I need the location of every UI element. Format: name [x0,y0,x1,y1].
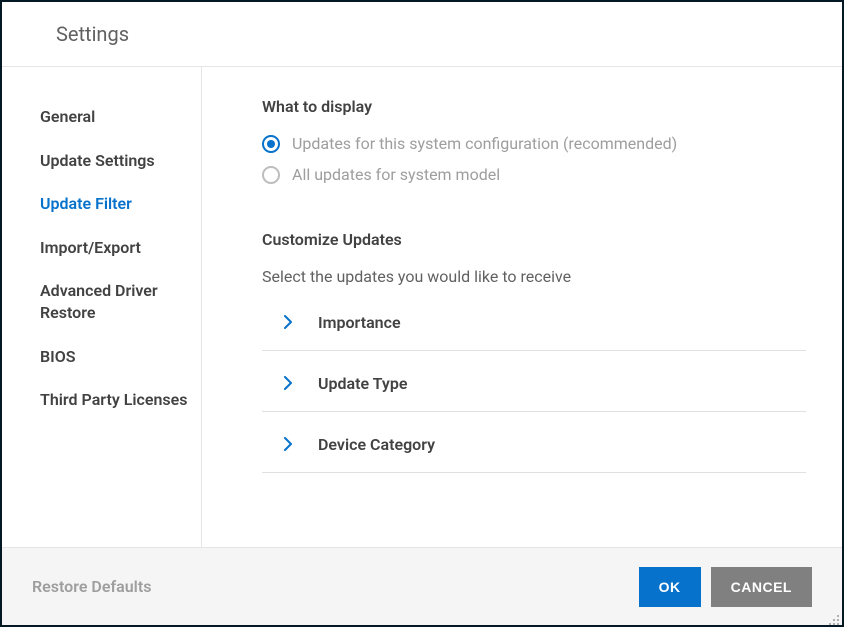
radio-option-this-system[interactable]: Updates for this system configuration (r… [262,134,806,153]
sidebar-item-update-settings[interactable]: Update Settings [40,139,190,183]
page-title: Settings [56,22,842,46]
sidebar-item-update-filter[interactable]: Update Filter [40,182,190,226]
chevron-right-icon [278,373,298,393]
radio-option-all-updates[interactable]: All updates for system model [262,165,806,184]
accordion-label-device-category: Device Category [318,435,435,454]
cancel-button[interactable]: CANCEL [711,567,812,607]
radio-dot-icon [267,140,275,148]
sidebar-item-third-party-licenses[interactable]: Third Party Licenses [40,378,190,422]
restore-defaults-link[interactable]: Restore Defaults [32,577,151,596]
chevron-right-icon [278,312,298,332]
ok-button[interactable]: OK [639,567,701,607]
footer-button-group: OK CANCEL [639,567,812,607]
radio-label-all-updates: All updates for system model [292,165,500,184]
settings-header: Settings [2,2,842,67]
accordion-update-type[interactable]: Update Type [262,351,806,412]
accordion-device-category[interactable]: Device Category [262,412,806,473]
accordion-label-update-type: Update Type [318,374,407,393]
sidebar-item-general[interactable]: General [40,95,190,139]
what-to-display-section: What to display Updates for this system … [262,97,806,184]
sidebar-item-import-export[interactable]: Import/Export [40,226,190,270]
settings-sidebar: General Update Settings Update Filter Im… [2,67,202,547]
accordion-label-importance: Importance [318,313,401,332]
radio-circle-icon [262,135,280,153]
main-panel: What to display Updates for this system … [202,67,842,547]
sidebar-item-bios[interactable]: BIOS [40,335,190,379]
customize-updates-section: Customize Updates Select the updates you… [262,230,806,473]
radio-label-this-system: Updates for this system configuration (r… [292,134,677,153]
chevron-right-icon [278,434,298,454]
customize-updates-subtext: Select the updates you would like to rec… [262,267,806,286]
sidebar-item-advanced-driver-restore[interactable]: Advanced Driver Restore [40,269,190,334]
accordion-importance[interactable]: Importance [262,290,806,351]
content-area: General Update Settings Update Filter Im… [2,67,842,547]
radio-circle-icon [262,166,280,184]
footer-bar: Restore Defaults OK CANCEL [2,547,842,625]
customize-updates-title: Customize Updates [262,230,806,249]
what-to-display-title: What to display [262,97,806,116]
resize-grip-icon[interactable] [828,611,840,623]
